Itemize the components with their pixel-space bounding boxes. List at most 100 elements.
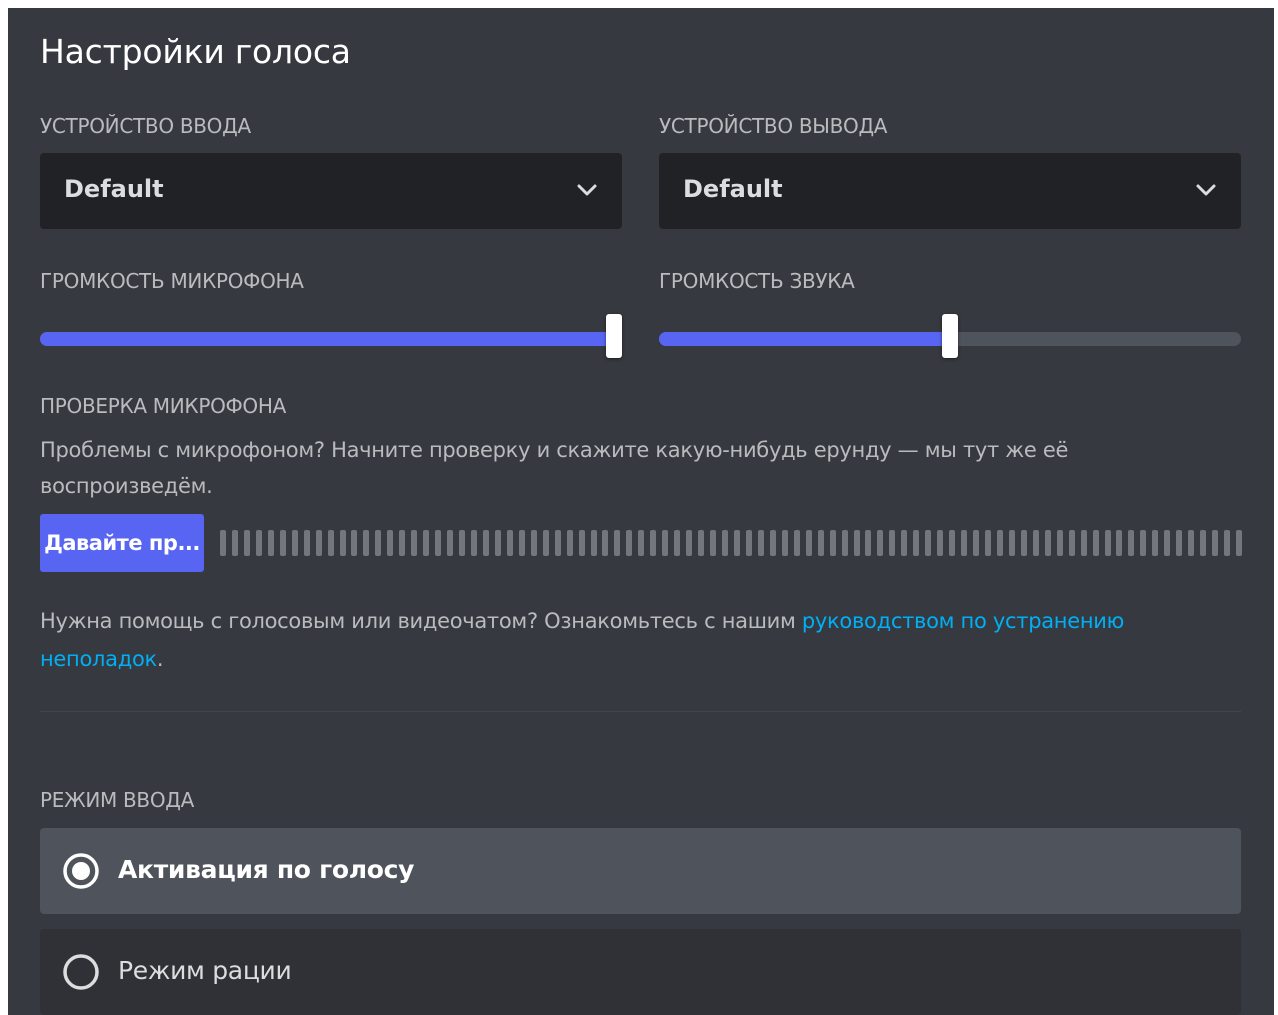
input-mode-label: РЕЖИМ ВВОДА bbox=[40, 788, 195, 812]
meter-bar bbox=[399, 530, 406, 556]
radio-checked-icon bbox=[63, 853, 99, 889]
meter-bar bbox=[949, 530, 956, 556]
output-device-select[interactable]: Default bbox=[659, 153, 1241, 229]
meter-bar bbox=[1176, 530, 1183, 556]
meter-bar bbox=[925, 530, 932, 556]
meter-bar bbox=[1224, 530, 1231, 556]
meter-bar bbox=[447, 530, 454, 556]
meter-bar bbox=[411, 530, 418, 556]
meter-bar bbox=[853, 530, 860, 556]
mic-test-label: ПРОВЕРКА МИКРОФОНА bbox=[40, 394, 286, 418]
meter-bar bbox=[423, 530, 430, 556]
meter-bar bbox=[494, 530, 501, 556]
meter-bar bbox=[829, 530, 836, 556]
input-device-select[interactable]: Default bbox=[40, 153, 622, 229]
meter-bar bbox=[984, 530, 991, 556]
mic-level-meter bbox=[220, 530, 1242, 556]
meter-bar bbox=[1020, 530, 1027, 556]
help-text: Нужна помощь с голосовым или видеочатом?… bbox=[40, 602, 1200, 678]
meter-bar bbox=[698, 530, 705, 556]
meter-bar bbox=[602, 530, 609, 556]
meter-bar bbox=[805, 530, 812, 556]
meter-bar bbox=[710, 530, 717, 556]
meter-bar bbox=[566, 530, 573, 556]
meter-bar bbox=[220, 530, 226, 556]
meter-bar bbox=[961, 530, 968, 556]
mic-volume-label: ГРОМКОСТЬ МИКРОФОНА bbox=[40, 269, 304, 293]
meter-bar bbox=[913, 530, 920, 556]
meter-bar bbox=[1128, 530, 1135, 556]
meter-bar bbox=[471, 530, 477, 556]
meter-bar bbox=[638, 530, 645, 556]
meter-bar bbox=[662, 530, 669, 556]
meter-bar bbox=[1200, 530, 1207, 556]
meter-bar bbox=[1104, 530, 1111, 556]
meter-bar bbox=[387, 530, 394, 556]
voice-settings-panel: Настройки голоса УСТРОЙСТВО ВВОДА Defaul… bbox=[8, 8, 1274, 1015]
meter-bar bbox=[578, 530, 585, 556]
meter-bar bbox=[1032, 530, 1039, 556]
meter-bar bbox=[1116, 530, 1123, 556]
meter-bar bbox=[1188, 530, 1195, 556]
meter-bar bbox=[243, 530, 250, 556]
meter-bar bbox=[375, 530, 382, 556]
mic-test-button[interactable]: Давайте пр... bbox=[40, 514, 204, 572]
meter-bar bbox=[315, 530, 322, 556]
slider-thumb[interactable] bbox=[605, 314, 622, 358]
mic-volume-slider[interactable] bbox=[40, 314, 622, 364]
meter-bar bbox=[996, 530, 1003, 556]
meter-bar bbox=[1008, 530, 1015, 556]
meter-bar bbox=[877, 530, 884, 556]
meter-bar bbox=[841, 530, 848, 556]
input-device-value: Default bbox=[64, 175, 164, 203]
meter-bar bbox=[781, 530, 788, 556]
meter-bar bbox=[757, 530, 764, 556]
page-title: Настройки голоса bbox=[40, 32, 351, 71]
meter-bar bbox=[865, 530, 872, 556]
meter-bar bbox=[327, 530, 334, 556]
meter-bar bbox=[459, 530, 466, 556]
input-mode-option-voice-activity[interactable]: Активация по голосу bbox=[40, 828, 1241, 914]
input-mode-option-push-to-talk[interactable]: Режим рации bbox=[40, 929, 1241, 1015]
meter-bar bbox=[817, 530, 824, 556]
meter-bar bbox=[518, 530, 525, 556]
meter-bar bbox=[542, 530, 549, 556]
chevron-down-icon bbox=[1196, 184, 1216, 196]
mic-test-description: Проблемы с микрофоном? Начните проверку … bbox=[40, 438, 1069, 498]
meter-bar bbox=[973, 530, 980, 556]
meter-bar bbox=[291, 530, 298, 556]
slider-fill bbox=[659, 332, 950, 346]
input-mode-option-label: Активация по голосу bbox=[118, 855, 415, 884]
meter-bar bbox=[554, 530, 561, 556]
meter-bar bbox=[626, 530, 633, 556]
meter-bar bbox=[745, 530, 752, 556]
meter-bar bbox=[733, 530, 740, 556]
output-device-value: Default bbox=[683, 175, 783, 203]
meter-bar bbox=[686, 530, 693, 556]
slider-fill bbox=[40, 332, 614, 346]
meter-bar bbox=[1068, 530, 1075, 556]
meter-bar bbox=[255, 530, 262, 556]
meter-bar bbox=[1044, 530, 1051, 556]
meter-bar bbox=[1236, 530, 1242, 556]
meter-bar bbox=[435, 530, 442, 556]
meter-bar bbox=[590, 530, 597, 556]
sound-volume-slider[interactable] bbox=[659, 314, 1241, 364]
meter-bar bbox=[1056, 530, 1063, 556]
meter-bar bbox=[937, 530, 944, 556]
meter-bar bbox=[231, 530, 238, 556]
meter-bar bbox=[901, 530, 908, 556]
chevron-down-icon bbox=[577, 184, 597, 196]
meter-bar bbox=[279, 530, 286, 556]
meter-bar bbox=[722, 530, 729, 556]
meter-bar bbox=[769, 530, 776, 556]
meter-bar bbox=[889, 530, 896, 556]
output-device-label: УСТРОЙСТВО ВЫВОДА bbox=[659, 114, 888, 138]
meter-bar bbox=[1152, 530, 1159, 556]
input-mode-option-label: Режим рации bbox=[118, 956, 292, 985]
slider-thumb[interactable] bbox=[942, 314, 958, 358]
meter-bar bbox=[506, 530, 513, 556]
meter-bar bbox=[793, 530, 800, 556]
meter-bar bbox=[482, 530, 489, 556]
sound-volume-label: ГРОМКОСТЬ ЗВУКА bbox=[659, 269, 855, 293]
